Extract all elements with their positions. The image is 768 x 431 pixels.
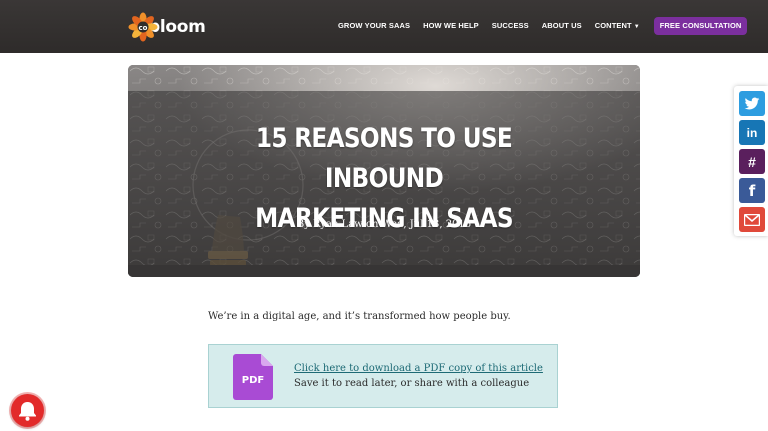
- linkedin-in-icon: in: [746, 125, 758, 140]
- article-byline: By Ryan Law on Wed, Jul 13, 2016: [128, 219, 640, 230]
- share-gmail-button[interactable]: [739, 207, 765, 232]
- free-consultation-button[interactable]: FREE CONSULTATION: [653, 17, 748, 35]
- byline-on: on: [365, 219, 379, 230]
- pdf-download-callout: PDF Click here to download a PDF copy of…: [208, 344, 558, 408]
- svg-text:co: co: [139, 24, 148, 32]
- gmail-envelope-icon: [744, 213, 760, 226]
- notification-bell-button[interactable]: [11, 394, 44, 427]
- nav-item-content-label: CONTENT: [594, 21, 632, 30]
- share-twitter-button[interactable]: [739, 91, 765, 116]
- slack-hash-icon: #: [748, 153, 756, 170]
- bell-icon: [19, 402, 36, 421]
- share-slack-button[interactable]: #: [739, 149, 765, 174]
- chevron-down-icon: ▼: [633, 24, 640, 30]
- share-linkedin-button[interactable]: in: [739, 120, 765, 145]
- nav-item-how-we-help[interactable]: HOW WE HELP: [423, 17, 479, 35]
- publish-date: Wed, Jul 13, 2016: [381, 219, 472, 230]
- article-hero: 15 REASONS TO USE INBOUND MARKETING IN S…: [128, 65, 640, 277]
- main-nav: GROW YOUR SAAS HOW WE HELP SUCCESS ABOUT…: [338, 17, 748, 35]
- nav-item-content[interactable]: CONTENT ▼: [595, 17, 640, 35]
- facebook-f-icon: f: [748, 181, 756, 200]
- nav-item-success[interactable]: SUCCESS: [492, 17, 529, 35]
- download-subtext: Save it to read later, or share with a c…: [294, 378, 530, 389]
- download-pdf-link[interactable]: Click here to download a PDF copy of thi…: [294, 363, 543, 374]
- site-header: co bloom GROW YOUR SAAS HOW WE HELP SUCC…: [0, 0, 768, 53]
- share-facebook-button[interactable]: f: [739, 178, 765, 203]
- article-title-line-1: 15 REASONS TO USE INBOUND: [255, 123, 513, 194]
- social-share-bar: in # f: [734, 86, 768, 236]
- flower-logo-icon: co: [128, 12, 158, 42]
- article-intro-paragraph: We’re in a digital age, and it’s transfo…: [208, 311, 511, 322]
- pdf-icon-label: PDF: [242, 375, 264, 386]
- site-logo[interactable]: co bloom: [128, 11, 206, 43]
- pdf-file-icon: PDF: [233, 354, 273, 400]
- twitter-bird-icon: [744, 97, 760, 109]
- author-name[interactable]: Ryan Law: [313, 219, 363, 230]
- nav-item-grow-your-saas[interactable]: GROW YOUR SAAS: [338, 17, 410, 35]
- byline-prefix: By: [296, 219, 310, 230]
- nav-item-about-us[interactable]: ABOUT US: [542, 17, 582, 35]
